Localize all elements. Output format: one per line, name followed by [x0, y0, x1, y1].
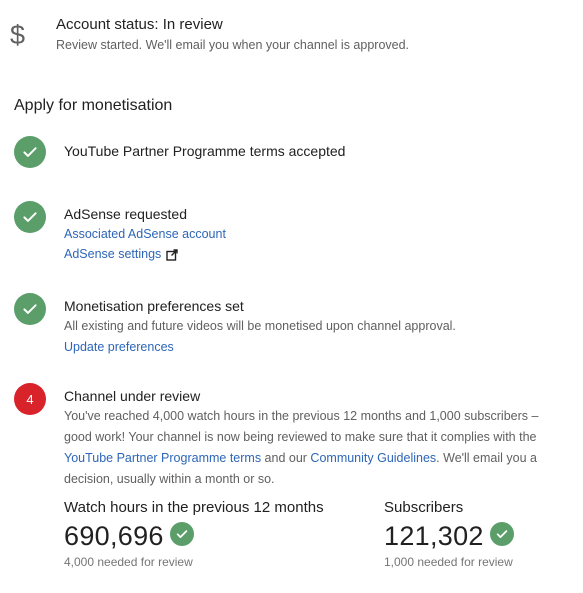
step-title: Monetisation preferences set	[64, 298, 244, 314]
community-guidelines-link[interactable]: Community Guidelines	[310, 451, 436, 465]
step-title: YouTube Partner Programme terms accepted	[64, 143, 346, 159]
partner-programme-terms-link[interactable]: YouTube Partner Programme terms	[64, 451, 261, 465]
external-link-icon[interactable]	[166, 248, 178, 261]
adsense-settings-link[interactable]: AdSense settings	[64, 244, 161, 264]
account-status-title: Account status: In review	[56, 16, 223, 33]
subscribers-requirement: 1,000 needed for review	[384, 555, 513, 569]
step-title: Channel under review	[64, 388, 201, 404]
step-number-badge: 4	[14, 383, 46, 415]
account-status-subtitle: Review started. We'll email you when you…	[56, 38, 410, 52]
watch-hours-value: 690,696	[64, 521, 164, 551]
dollar-sign-icon: $	[10, 20, 26, 50]
step-description: All existing and future videos will be m…	[64, 319, 456, 333]
section-title: Apply for monetisation	[14, 97, 173, 114]
description-text: and our	[261, 451, 311, 465]
account-status-panel: $ Account status: In review Review start…	[0, 0, 583, 70]
step-number: 4	[26, 391, 34, 407]
associated-adsense-account-link[interactable]: Associated AdSense account	[64, 227, 226, 241]
watch-hours-requirement: 4,000 needed for review	[64, 555, 193, 569]
checkmark-icon	[14, 293, 46, 325]
checkmark-icon	[489, 521, 514, 546]
subscribers-label: Subscribers	[384, 499, 464, 516]
checkmark-icon	[14, 201, 46, 233]
checkmark-icon	[14, 136, 46, 168]
watch-hours-stat: Watch hours in the previous 12 months 69…	[64, 498, 324, 570]
step-description: You've reached 4,000 watch hours in the …	[64, 406, 541, 490]
checkmark-icon	[169, 521, 194, 546]
watch-hours-label: Watch hours in the previous 12 months	[64, 499, 324, 516]
step-title: AdSense requested	[64, 206, 187, 222]
description-text: You've reached 4,000 watch hours in the …	[64, 409, 539, 444]
monetisation-page: $ Account status: In review Review start…	[0, 0, 583, 593]
subscribers-value: 121,302	[384, 521, 484, 551]
update-preferences-link[interactable]: Update preferences	[64, 340, 174, 354]
subscribers-stat: Subscribers 121,302 1,000 needed for rev…	[384, 498, 514, 570]
